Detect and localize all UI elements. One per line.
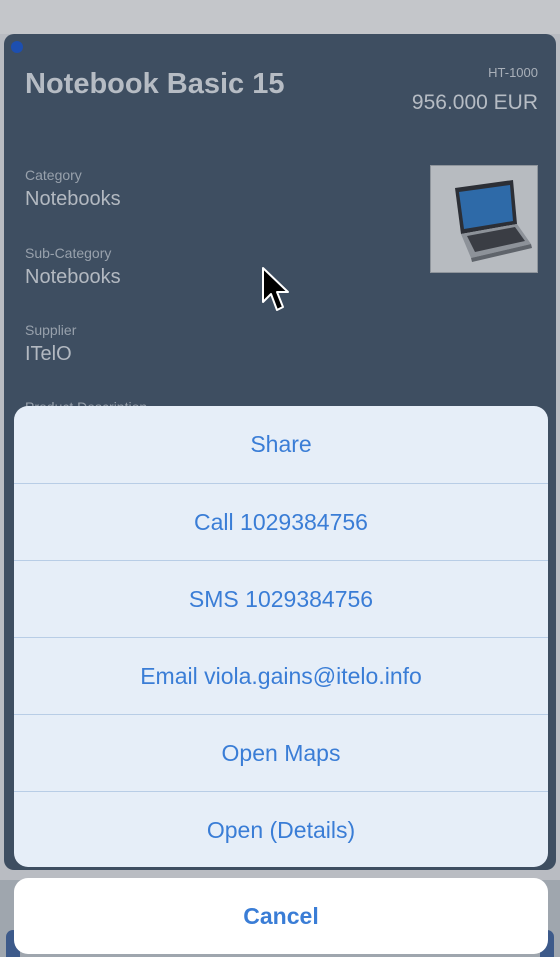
cancel-button[interactable]: Cancel bbox=[14, 878, 548, 954]
call-action-button[interactable]: Call 1029384756 bbox=[14, 483, 548, 560]
action-sheet: Share Call 1029384756 SMS 1029384756 Ema… bbox=[14, 406, 548, 867]
sub-category-label: Sub-Category bbox=[25, 245, 112, 261]
supplier-value: ITelO bbox=[25, 343, 72, 365]
supplier-label: Supplier bbox=[25, 322, 77, 338]
open-maps-action-button[interactable]: Open Maps bbox=[14, 714, 548, 791]
category-value: Notebooks bbox=[25, 188, 121, 210]
share-action-button[interactable]: Share bbox=[14, 406, 548, 483]
product-code: HT-1000 bbox=[488, 65, 538, 80]
product-title: Notebook Basic 15 bbox=[25, 68, 285, 100]
category-label: Category bbox=[25, 167, 82, 183]
email-action-button[interactable]: Email viola.gains@itelo.info bbox=[14, 637, 548, 714]
sub-category-value: Notebooks bbox=[25, 266, 121, 288]
open-details-action-button[interactable]: Open (Details) bbox=[14, 791, 548, 867]
product-image bbox=[430, 165, 538, 273]
product-price: 956.000 EUR bbox=[411, 91, 538, 114]
sms-action-button[interactable]: SMS 1029384756 bbox=[14, 560, 548, 637]
status-dot-icon bbox=[11, 41, 23, 53]
background-top bbox=[0, 0, 560, 34]
mouse-pointer-icon bbox=[262, 267, 289, 311]
laptop-icon bbox=[431, 166, 537, 272]
